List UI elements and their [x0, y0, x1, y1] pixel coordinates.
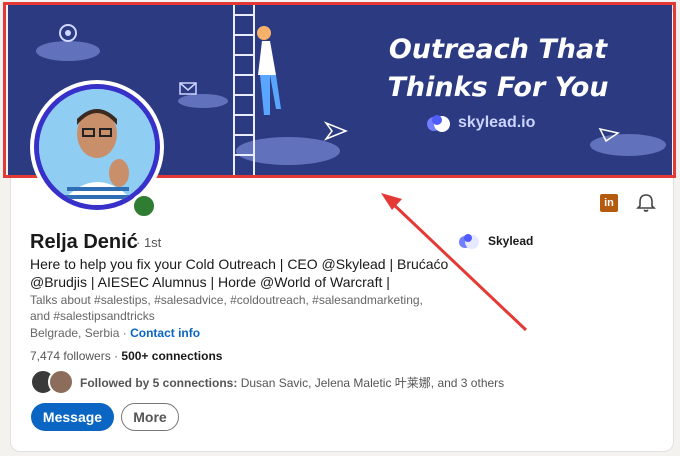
contact-info-link[interactable]: Contact info — [130, 326, 200, 340]
profile-name: Relja Denić — [30, 231, 138, 253]
avatar-photo — [39, 89, 155, 205]
banner-headline: Outreach That Thinks For You — [348, 31, 648, 107]
current-company[interactable]: Skylead — [458, 232, 533, 250]
mutual-connections[interactable]: Followed by 5 connections: Dusan Savic, … — [30, 369, 504, 395]
connections-count[interactable]: 500+ connections — [121, 349, 222, 363]
bell-icon[interactable] — [636, 193, 656, 213]
location-text: Belgrade, Serbia · — [30, 326, 127, 340]
banner-brand: skylead.io — [426, 113, 535, 133]
more-button[interactable]: More — [121, 403, 179, 431]
banner-headline-line2: Thinks For You — [387, 72, 609, 103]
banner-headline-line1: Outreach That — [388, 34, 608, 65]
follower-stats: 7,474 followers · 500+ connections — [30, 349, 223, 363]
connection-degree: · 1st — [136, 235, 162, 250]
location-line: Belgrade, Serbia · Contact info — [30, 326, 200, 340]
company-name: Skylead — [488, 234, 534, 248]
linkedin-icon[interactable]: in — [600, 194, 618, 212]
profile-headline: Here to help you fix your Cold Outreach … — [30, 256, 449, 290]
talks-about: Talks about #salestips, #salesadvice, #c… — [30, 293, 423, 323]
mutual-avatar — [48, 369, 74, 395]
banner-brand-text: skylead.io — [458, 114, 536, 131]
mutual-avatars — [30, 369, 74, 395]
skylead-logo-icon — [427, 115, 450, 132]
skylead-company-icon — [459, 234, 479, 249]
message-button[interactable]: Message — [31, 403, 114, 431]
followers-count[interactable]: 7,474 followers — [30, 349, 111, 363]
online-status-dot — [131, 193, 157, 219]
followed-by-label: Followed by 5 connections: — [80, 375, 238, 390]
followed-by-names: Dusan Savic, Jelena Maletic 叶莱娜, and 3 o… — [240, 375, 505, 390]
